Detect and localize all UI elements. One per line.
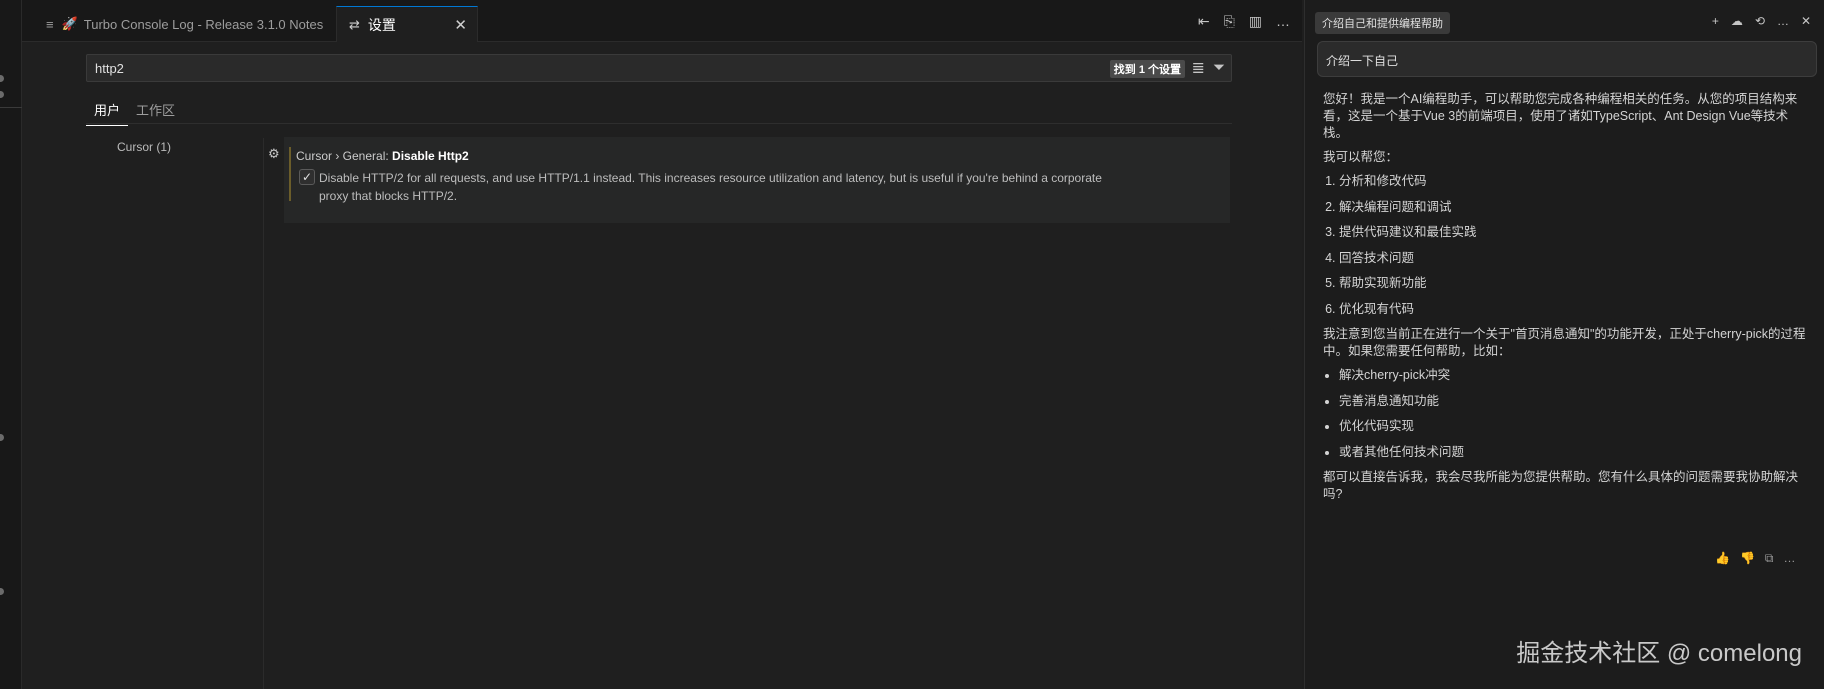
notice-text: 我注意到您当前正在进行一个关于"首页消息通知"的功能开发，正处于cherry-p… [1323, 327, 1806, 358]
copy-icon[interactable]: ⎘ [1224, 13, 1235, 30]
message-feedback: 👍 👎 ⧉ … [1715, 551, 1795, 566]
list-item: 回答技术问题 [1339, 250, 1813, 267]
chat-header: 介绍自己和提供编程帮助 + ☁ ⟲ … ✕ [1305, 0, 1824, 40]
thumbs-down-icon[interactable]: 👎 [1740, 551, 1755, 566]
settings-search-input[interactable]: http2 找到 1 个设置 ≣ ⏷ [86, 54, 1232, 82]
setting-item-disable-http2: Cursor › General: Disable Http2 ✓ Disabl… [284, 137, 1230, 223]
tab-bar: ≡ 🚀 Turbo Console Log - Release 3.1.0 No… [22, 0, 1302, 42]
strip-divider [0, 107, 22, 108]
list-item: 优化代码实现 [1339, 418, 1813, 435]
assistant-message: 您好！我是一个AI编程助手，可以帮助您完成各种编程相关的任务。从您的项目结构来看… [1323, 91, 1813, 510]
settings-editor: http2 找到 1 个设置 ≣ ⏷ 用户 工作区 Cursor (1) ⚙ C… [22, 42, 1302, 689]
chat-actions: + ☁ ⟲ … ✕ [1712, 14, 1811, 28]
filter-icon[interactable]: ⏷ [1213, 59, 1225, 76]
activity-strip [0, 0, 22, 689]
help-list: 分析和修改代码 解决编程问题和调试 提供代码建议和最佳实践 回答技术问题 帮助实… [1323, 173, 1813, 318]
clear-filter-icon[interactable]: ≣ [1192, 58, 1205, 78]
chat-panel: 介绍自己和提供编程帮助 + ☁ ⟲ … ✕ 介绍一下自己 您好！我是一个AI编程… [1304, 0, 1824, 689]
close-icon[interactable]: ✕ [454, 16, 467, 34]
list-item: 解决编程问题和调试 [1339, 199, 1813, 216]
list-item: 优化现有代码 [1339, 301, 1813, 318]
gear-icon[interactable]: ⚙ [268, 146, 280, 162]
search-value: http2 [95, 60, 124, 76]
setting-name: Disable Http2 [392, 149, 469, 163]
watermark: 掘金技术社区 @ comelong [1516, 640, 1802, 667]
indicator-dot [0, 434, 4, 441]
settings-icon: ⇄ [349, 16, 360, 32]
indicator-dot [0, 91, 4, 98]
indicator-dot [0, 588, 4, 595]
list-item: 解决cherry-pick冲突 [1339, 367, 1813, 384]
tab-turbo-console-log-notes[interactable]: ≡ 🚀 Turbo Console Log - Release 3.1.0 No… [34, 6, 334, 42]
list-item: 完善消息通知功能 [1339, 393, 1813, 410]
new-chat-icon[interactable]: + [1712, 14, 1719, 28]
divider [86, 123, 1232, 124]
setting-description: Disable HTTP/2 for all requests, and use… [319, 171, 1102, 203]
indicator-dot [0, 75, 4, 82]
list-item: 提供代码建议和最佳实践 [1339, 224, 1813, 241]
list-item: 帮助实现新功能 [1339, 275, 1813, 292]
tab-user[interactable]: 用户 [86, 96, 129, 126]
list-item: 或者其他任何技术问题 [1339, 444, 1813, 461]
scope-tabs: 用户 工作区 [86, 96, 183, 126]
toc-divider [263, 138, 264, 689]
intro-text: 您好！我是一个AI编程助手，可以帮助您完成各种编程相关的任务。从您的项目结构来看… [1323, 92, 1798, 140]
tab-label: 设置 [367, 16, 396, 33]
modified-indicator [289, 147, 291, 201]
user-message-bubble[interactable]: 介绍一下自己 [1317, 41, 1817, 77]
open-settings-json-icon[interactable]: ⇤ [1198, 13, 1210, 30]
can-help-text: 我可以帮您： [1323, 150, 1399, 164]
close-icon[interactable]: ✕ [1801, 14, 1811, 28]
setting-breadcrumb: Cursor › General: [296, 149, 393, 163]
tab-workspace[interactable]: 工作区 [128, 96, 183, 126]
chat-title-tab[interactable]: 介绍自己和提供编程帮助 [1315, 12, 1450, 34]
setting-title: Cursor › General: Disable Http2 [296, 149, 469, 163]
thumbs-up-icon[interactable]: 👍 [1715, 551, 1730, 566]
bullet-list: 解决cherry-pick冲突 完善消息通知功能 优化代码实现 或者其他任何技术… [1323, 367, 1813, 461]
split-editor-icon[interactable]: ▥ [1249, 13, 1262, 30]
more-icon[interactable]: … [1783, 551, 1795, 566]
app-window: ≡ 🚀 Turbo Console Log - Release 3.1.0 No… [0, 0, 1824, 689]
more-icon[interactable]: … [1777, 14, 1789, 28]
closing-text: 都可以直接告诉我，我会尽我所能为您提供帮助。您有什么具体的问题需要我协助解决吗? [1323, 470, 1799, 501]
rocket-icon: 🚀 [61, 16, 78, 31]
more-actions-icon[interactable]: … [1276, 13, 1290, 30]
tab-label: Turbo Console Log - Release 3.1.0 Notes [83, 16, 324, 32]
list-item: 分析和修改代码 [1339, 173, 1813, 190]
toc-item-cursor[interactable]: Cursor (1) [117, 140, 171, 154]
list-icon: ≡ [46, 16, 54, 32]
disable-http2-checkbox[interactable]: ✓ [299, 169, 315, 185]
search-result-count: 找到 1 个设置 [1109, 60, 1185, 78]
cloud-icon[interactable]: ☁ [1731, 14, 1743, 28]
history-icon[interactable]: ⟲ [1755, 14, 1765, 28]
editor-actions: ⇤ ⎘ ▥ … [1198, 13, 1290, 30]
copy-icon[interactable]: ⧉ [1765, 551, 1774, 566]
tab-settings[interactable]: ⇄ 设置 ✕ [336, 6, 478, 42]
